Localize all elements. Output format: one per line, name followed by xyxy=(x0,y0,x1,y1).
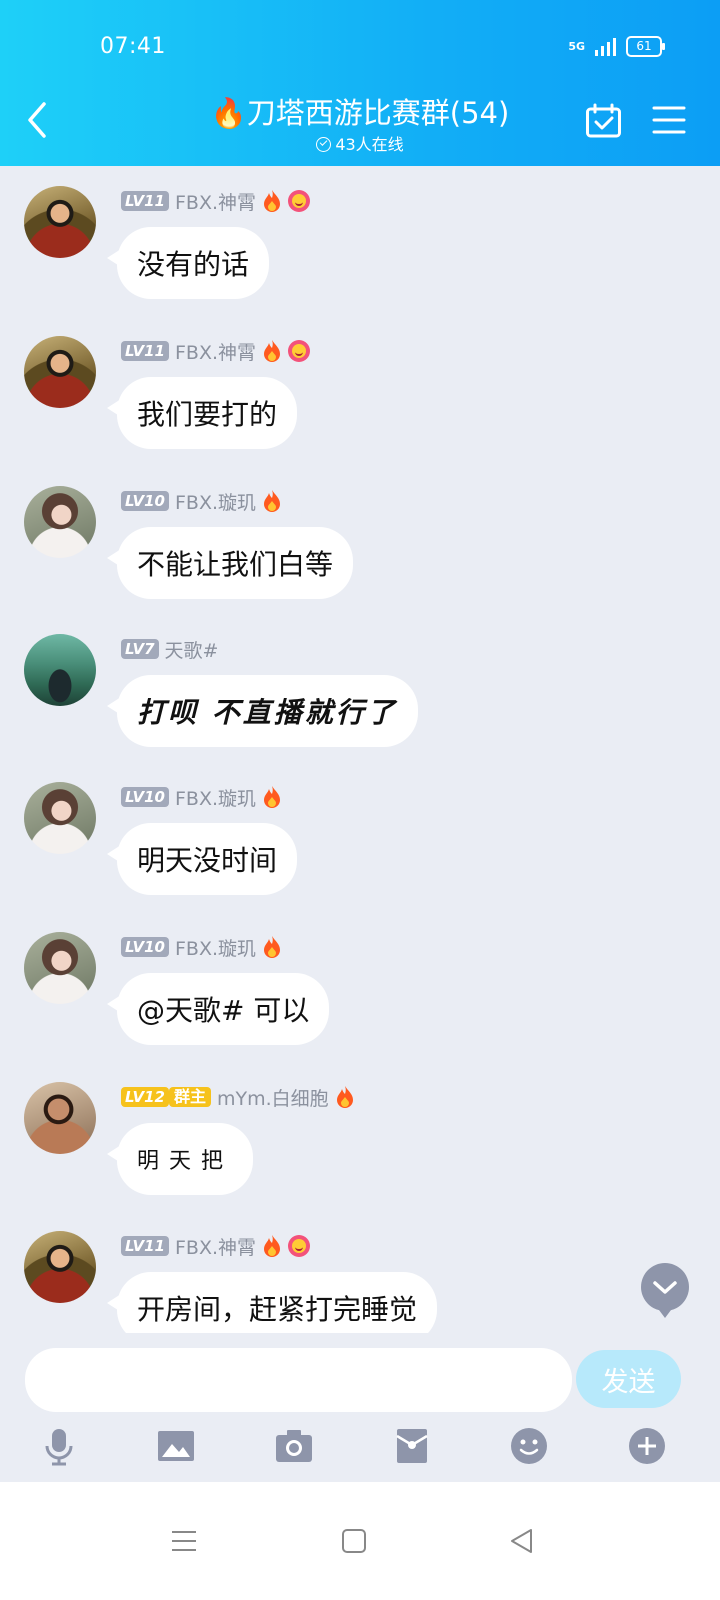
signal-icon xyxy=(595,37,616,56)
red-packet-icon[interactable] xyxy=(392,1426,432,1466)
emoji-icon[interactable] xyxy=(509,1426,549,1466)
sender-info: LV12 群主 mYm.白细胞 xyxy=(121,1084,355,1110)
menu-icon[interactable] xyxy=(652,105,686,135)
message-bubble[interactable]: 开房间，赶紧打完睡觉 xyxy=(106,1272,438,1333)
message-bubble[interactable]: 明天没时间 xyxy=(106,823,298,895)
flower-face-icon xyxy=(288,340,311,362)
avatar[interactable] xyxy=(24,486,96,558)
chat-header: 07:41 5G 61 🔥刀塔西游比赛群(54) 43人在线 xyxy=(0,0,720,166)
status-indicators: 5G 61 xyxy=(568,36,665,57)
message-bubble[interactable]: 打呗 不直播就行了 xyxy=(107,675,418,747)
camera-icon[interactable] xyxy=(274,1426,314,1466)
battery-icon: 61 xyxy=(626,36,665,57)
message-bubble[interactable]: @天歌# 可以 xyxy=(106,973,330,1045)
message-bubble[interactable]: 没有的话 xyxy=(106,227,270,299)
chat-message: LV11 FBX.神霄 开房间，赶紧打完睡觉 xyxy=(0,1231,720,1333)
send-button[interactable]: 发送 xyxy=(576,1350,681,1408)
image-icon[interactable] xyxy=(156,1426,196,1466)
message-input[interactable] xyxy=(25,1348,572,1412)
avatar[interactable] xyxy=(24,782,96,854)
system-nav-bar xyxy=(0,1482,720,1600)
avatar[interactable] xyxy=(24,1082,96,1154)
mic-icon[interactable] xyxy=(39,1426,79,1466)
level-badge: LV10 xyxy=(121,787,169,807)
sender-name[interactable]: FBX.神霄 xyxy=(175,338,256,365)
home-icon[interactable] xyxy=(338,1525,370,1557)
sender-name[interactable]: FBX.璇玑 xyxy=(175,934,256,961)
sender-info: LV10 FBX.璇玑 xyxy=(121,934,282,960)
level-badge: LV12 xyxy=(121,1087,169,1107)
sender-name[interactable]: FBX.璇玑 xyxy=(175,488,256,515)
flame-icon xyxy=(264,936,281,958)
flame-icon xyxy=(264,786,281,808)
scroll-to-bottom-button[interactable] xyxy=(641,1263,689,1318)
sender-name[interactable]: FBX.神霄 xyxy=(175,188,256,215)
avatar[interactable] xyxy=(24,336,96,408)
avatar[interactable] xyxy=(24,634,96,706)
input-bar: 发送 xyxy=(0,1334,720,1482)
group-owner-badge: 群主 xyxy=(168,1087,211,1107)
message-bubble[interactable]: 我们要打的 xyxy=(106,377,298,449)
sender-info: LV10 FBX.璇玑 xyxy=(121,488,282,514)
sender-info: LV11 FBX.神霄 xyxy=(121,188,311,215)
online-icon xyxy=(316,137,332,152)
sender-name[interactable]: 天歌# xyxy=(165,636,219,663)
sender-info: LV11 FBX.神霄 xyxy=(121,338,311,365)
flower-face-icon xyxy=(288,1235,311,1257)
flame-icon xyxy=(264,490,281,512)
flame-icon xyxy=(264,190,281,212)
flame-icon xyxy=(264,1235,281,1257)
status-time: 07:41 xyxy=(100,34,166,59)
avatar[interactable] xyxy=(24,932,96,1004)
sender-info: LV11 FBX.神霄 xyxy=(121,1233,311,1260)
level-badge: LV10 xyxy=(121,937,169,957)
sender-name[interactable]: FBX.璇玑 xyxy=(175,784,256,811)
sender-name[interactable]: mYm.白细胞 xyxy=(217,1084,329,1111)
back-nav-icon[interactable] xyxy=(506,1525,538,1557)
flower-face-icon xyxy=(288,190,311,212)
avatar[interactable] xyxy=(24,1231,96,1303)
sender-name[interactable]: FBX.神霄 xyxy=(175,1233,256,1260)
flame-icon xyxy=(264,340,281,362)
level-badge: LV11 xyxy=(121,1236,169,1256)
level-badge: LV11 xyxy=(121,191,169,211)
sender-info: LV7 天歌# xyxy=(121,636,218,662)
calendar-check-icon[interactable] xyxy=(585,103,622,139)
plus-icon[interactable] xyxy=(627,1426,667,1466)
chevron-down-icon xyxy=(653,1281,677,1294)
level-badge: LV10 xyxy=(121,491,169,511)
level-badge: LV7 xyxy=(121,639,159,659)
level-badge: LV11 xyxy=(121,341,169,361)
online-count-text: 43人在线 xyxy=(335,135,404,154)
message-bubble[interactable]: 明天把 xyxy=(106,1123,254,1195)
avatar[interactable] xyxy=(24,186,96,258)
flame-icon xyxy=(336,1086,353,1108)
recents-icon[interactable] xyxy=(168,1525,200,1557)
message-bubble[interactable]: 不能让我们白等 xyxy=(106,527,354,599)
network-type: 5G xyxy=(568,40,585,53)
sender-info: LV10 FBX.璇玑 xyxy=(121,784,282,810)
